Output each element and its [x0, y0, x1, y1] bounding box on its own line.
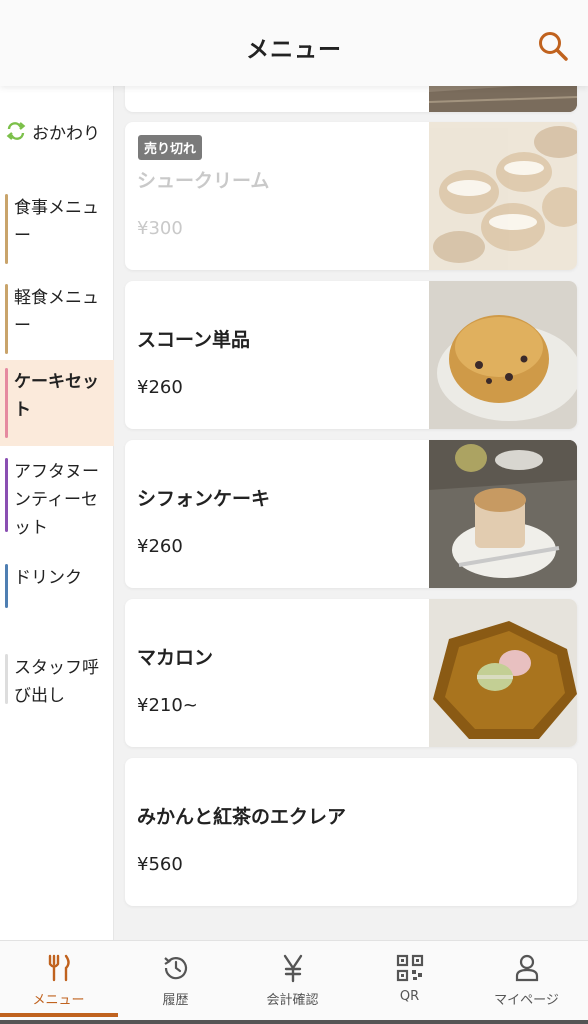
nav-label: 会計確認: [266, 993, 319, 1008]
fork-knife-icon: [48, 954, 70, 982]
category-color-bar: [5, 458, 8, 532]
menu-item-price: ¥260: [137, 536, 183, 557]
menu-item-card[interactable]: [125, 86, 577, 112]
menu-item-card[interactable]: シフォンケーキ ¥260: [125, 440, 577, 588]
category-staff-call[interactable]: スタッフ呼び出し: [0, 646, 114, 712]
menu-item-price: ¥260: [137, 377, 183, 398]
menu-item-image: [429, 440, 577, 588]
menu-item-card[interactable]: スコーン単品 ¥260: [125, 281, 577, 429]
nav-label: 履歴: [162, 993, 189, 1008]
nav-active-indicator: [0, 1013, 118, 1017]
history-icon: [164, 957, 188, 980]
user-icon: [515, 954, 539, 982]
refill-label: おかわり: [32, 123, 100, 144]
category-label: 食事メニュー: [14, 198, 99, 246]
menu-item-card[interactable]: マカロン ¥210~: [125, 599, 577, 747]
category-label: 軽食メニュー: [14, 288, 99, 336]
qr-code-icon: [396, 954, 424, 982]
menu-item-price: ¥300: [137, 218, 183, 239]
category-sidebar: おかわり 食事メニュー 軽食メニュー ケーキセット アフタヌーンティーセット ド…: [0, 86, 114, 940]
nav-mypage[interactable]: マイページ: [468, 941, 585, 1021]
page-title: メニュー: [246, 37, 342, 63]
search-button[interactable]: [536, 29, 570, 63]
category-label: ドリンク: [14, 568, 82, 588]
menu-item-name: みかんと紅茶のエクレア: [137, 806, 347, 828]
menu-item-name: シフォンケーキ: [137, 488, 271, 510]
category-label: アフタヌーンティーセット: [14, 462, 99, 538]
category-color-bar: [5, 564, 8, 608]
category-meal[interactable]: 食事メニュー: [0, 186, 114, 272]
app-header: メニュー: [0, 0, 588, 86]
menu-item-price: ¥210~: [137, 695, 198, 716]
category-afternoon-tea[interactable]: アフタヌーンティーセット: [0, 450, 114, 540]
category-cake-set[interactable]: ケーキセット: [0, 360, 114, 446]
category-color-bar: [5, 194, 8, 264]
refill-button[interactable]: おかわり: [6, 116, 100, 146]
category-color-bar: [5, 284, 8, 354]
menu-list: 売り切れ シュークリーム ¥300 スコーン単品 ¥260 シフォンケーキ ¥2…: [114, 86, 588, 940]
home-indicator: [0, 1020, 588, 1024]
category-color-bar: [5, 368, 8, 438]
category-drink[interactable]: ドリンク: [0, 556, 114, 616]
category-label: スタッフ呼び出し: [14, 658, 99, 706]
menu-item-image: [429, 86, 577, 112]
nav-history[interactable]: 履歴: [117, 941, 234, 1021]
nav-menu[interactable]: メニュー: [0, 941, 118, 1021]
menu-item-image: [429, 599, 577, 747]
nav-label: メニュー: [32, 993, 85, 1008]
nav-bill[interactable]: 会計確認: [234, 941, 351, 1021]
search-icon: [539, 32, 568, 61]
nav-label: QR: [399, 989, 420, 1004]
bottom-nav: メニュー 履歴 会計確認 QR マイページ: [0, 940, 588, 1024]
category-label: ケーキセット: [14, 372, 99, 420]
menu-item-name: シュークリーム: [137, 170, 270, 192]
menu-item-name: スコーン単品: [137, 329, 251, 351]
menu-item-image: [429, 122, 577, 270]
menu-item-card[interactable]: 売り切れ シュークリーム ¥300: [125, 122, 577, 270]
sold-out-badge: 売り切れ: [138, 135, 203, 160]
nav-label: マイページ: [494, 993, 559, 1008]
menu-item-price: ¥560: [137, 854, 183, 875]
menu-item-image: [429, 281, 577, 429]
menu-item-card[interactable]: みかんと紅茶のエクレア ¥560: [125, 758, 577, 906]
category-color-bar: [5, 654, 8, 704]
menu-item-name: マカロン: [137, 647, 214, 669]
nav-qr[interactable]: QR: [351, 941, 468, 1021]
refill-icon: [6, 122, 26, 140]
category-light-meal[interactable]: 軽食メニュー: [0, 276, 114, 362]
yen-icon: [283, 954, 303, 983]
